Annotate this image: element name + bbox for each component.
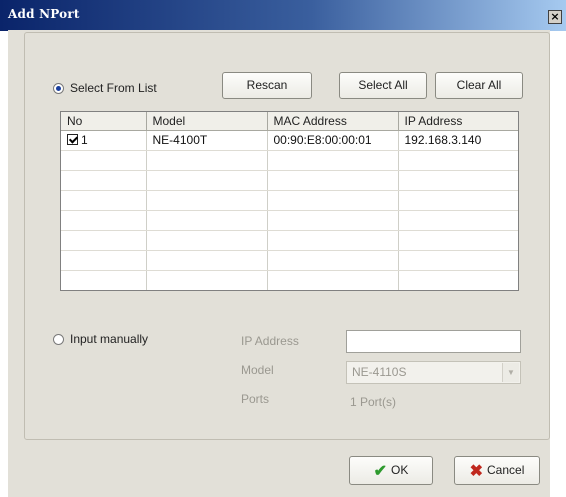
ok-button[interactable]: ✔ OK	[349, 456, 433, 485]
clear-all-button[interactable]: Clear All	[435, 72, 523, 99]
select-from-list-label: Select From List	[70, 81, 157, 95]
table-row[interactable]: 1 NE-4100T 00:90:E8:00:00:01 192.168.3.140	[61, 130, 518, 151]
title-bar: Add NPort ×	[0, 0, 566, 31]
ports-label: Ports	[241, 392, 270, 406]
select-all-button[interactable]: Select All	[339, 72, 427, 99]
model-label: Model	[241, 363, 274, 377]
cell-model: NE-4100T	[146, 130, 268, 151]
ports-value: 1 Port(s)	[350, 395, 397, 409]
cell-ip-address: 192.168.3.140	[398, 130, 518, 151]
empty-cell	[398, 270, 518, 290]
empty-cell	[61, 190, 147, 211]
empty-cell	[267, 170, 399, 191]
empty-cell	[267, 230, 399, 251]
empty-cell	[146, 170, 268, 191]
column-header-mac-address[interactable]: MAC Address	[267, 112, 399, 131]
empty-cell	[267, 270, 399, 290]
row-checkbox[interactable]	[67, 134, 78, 145]
empty-cell	[267, 190, 399, 211]
empty-cell	[146, 190, 268, 211]
x-icon: ✖	[469, 463, 484, 480]
rescan-button[interactable]: Rescan	[222, 72, 312, 99]
empty-table-row	[61, 230, 518, 251]
empty-cell	[398, 150, 518, 171]
cell-no[interactable]: 1	[61, 130, 147, 151]
cancel-button[interactable]: ✖ Cancel	[454, 456, 540, 485]
empty-cell	[398, 230, 518, 251]
add-nport-dialog: Add NPort × Select From List Rescan Sele…	[0, 0, 566, 497]
input-manually-label: Input manually	[70, 332, 149, 346]
empty-cell	[267, 210, 399, 231]
empty-cell	[146, 210, 268, 231]
chevron-down-icon[interactable]: ▼	[502, 363, 519, 382]
empty-table-row	[61, 150, 518, 171]
column-header-no[interactable]: No	[61, 112, 147, 131]
select-from-list-radio[interactable]	[53, 83, 64, 94]
model-select-value: NE-4110S	[352, 365, 407, 379]
empty-cell	[146, 150, 268, 171]
cancel-button-label: Cancel	[487, 463, 525, 477]
row-number: 1	[81, 133, 88, 147]
empty-cell	[146, 230, 268, 251]
empty-table-row	[61, 250, 518, 271]
close-button[interactable]: ×	[548, 10, 562, 24]
check-icon: ✔	[373, 463, 388, 480]
empty-cell	[61, 270, 147, 290]
empty-cell	[398, 170, 518, 191]
empty-cell	[267, 250, 399, 271]
device-table-header: No Model MAC Address IP Address	[61, 112, 518, 131]
empty-cell	[61, 210, 147, 231]
empty-table-row	[61, 190, 518, 211]
device-table: No Model MAC Address IP Address 1 NE-4100…	[61, 112, 518, 290]
empty-cell	[146, 250, 268, 271]
empty-cell	[146, 270, 268, 290]
ok-button-label: OK	[391, 463, 409, 477]
empty-cell	[61, 250, 147, 271]
empty-cell	[61, 150, 147, 171]
ip-address-input[interactable]	[346, 330, 521, 353]
empty-cell	[398, 210, 518, 231]
column-header-model[interactable]: Model	[146, 112, 268, 131]
window-title: Add NPort	[8, 7, 80, 21]
cell-mac-address: 00:90:E8:00:00:01	[267, 130, 399, 151]
ip-address-label: IP Address	[241, 334, 299, 348]
input-manually-radio[interactable]	[53, 334, 64, 345]
empty-cell	[398, 190, 518, 211]
model-select[interactable]: NE-4110S ▼	[346, 361, 521, 384]
empty-cell	[61, 230, 147, 251]
empty-table-row	[61, 170, 518, 191]
device-list[interactable]: No Model MAC Address IP Address 1 NE-4100…	[60, 111, 519, 291]
empty-table-row	[61, 270, 518, 290]
column-header-ip-address[interactable]: IP Address	[398, 112, 518, 131]
close-icon: ×	[550, 10, 560, 23]
empty-table-row	[61, 210, 518, 231]
empty-cell	[267, 150, 399, 171]
empty-cell	[398, 250, 518, 271]
empty-cell	[61, 170, 147, 191]
